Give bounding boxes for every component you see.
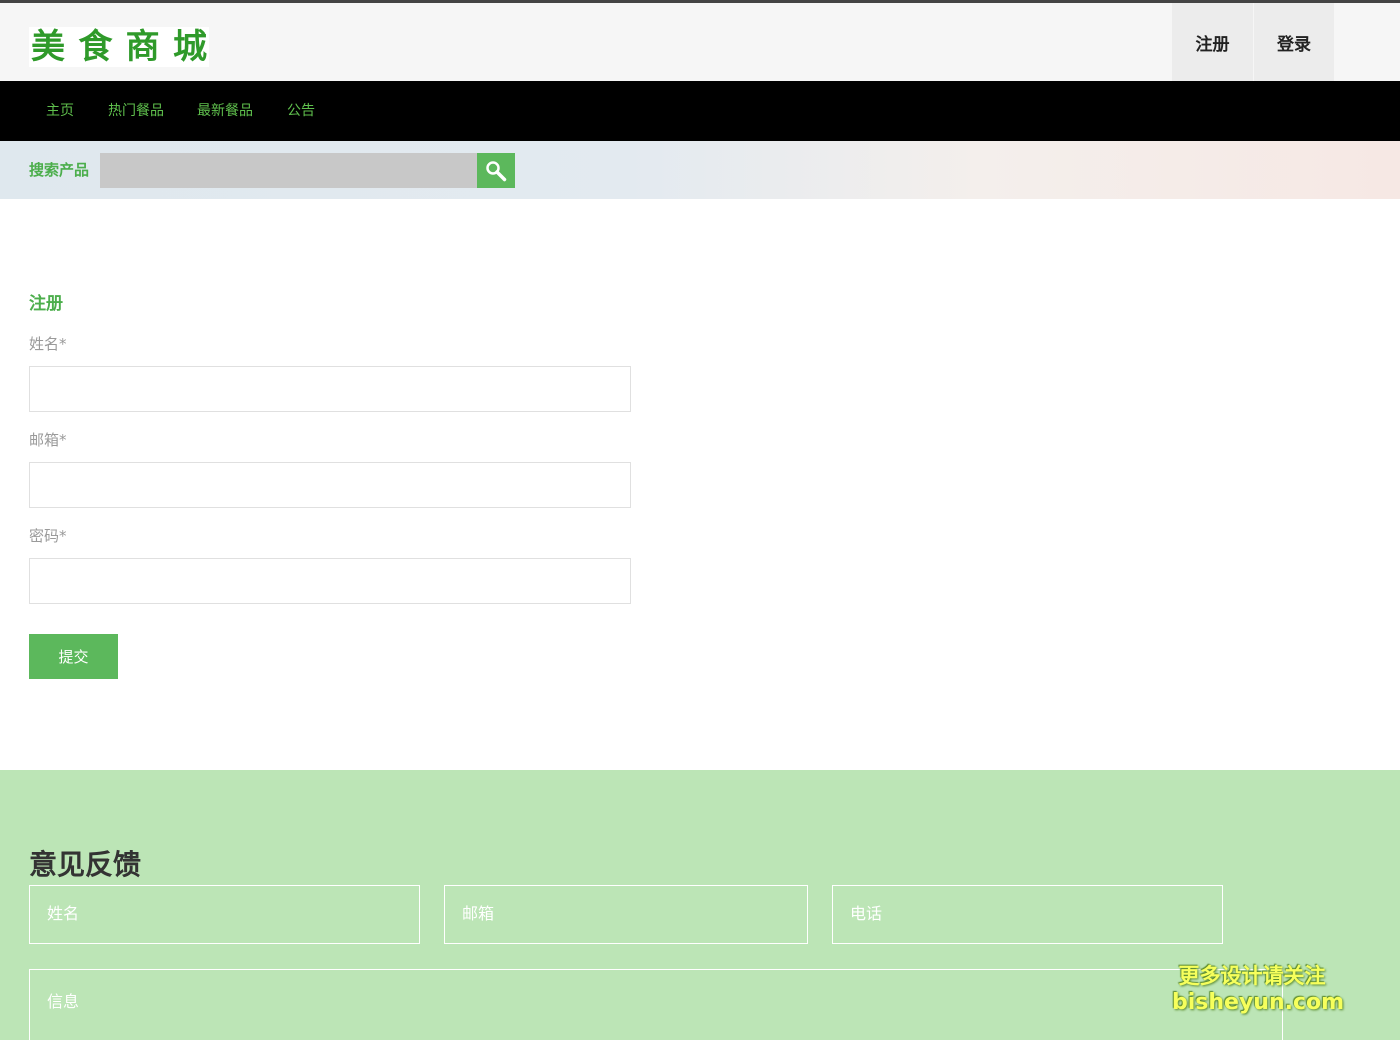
search-bar: 搜索产品 xyxy=(0,141,1400,199)
main-nav: 主页 热门餐品 最新餐品 公告 xyxy=(0,81,1400,141)
watermark-line: bisheyun.com xyxy=(1172,990,1345,1015)
feedback-email-input[interactable] xyxy=(444,885,808,944)
logo-char: 美 xyxy=(31,27,65,67)
feedback-phone-input[interactable] xyxy=(832,885,1223,944)
logo-char: 城 xyxy=(172,27,207,67)
site-header: 美 食 商 城 注册 登录 xyxy=(0,3,1400,81)
logo-char: 食 xyxy=(78,27,113,67)
name-field[interactable] xyxy=(29,366,631,412)
register-link[interactable]: 注册 xyxy=(1172,3,1253,81)
nav-item-new-dishes[interactable]: 最新餐品 xyxy=(197,81,253,141)
auth-links: 注册 登录 xyxy=(1172,3,1334,81)
search-input[interactable] xyxy=(100,153,477,188)
password-field[interactable] xyxy=(29,558,631,604)
watermark: 更多设计请关注 bisheyun.com xyxy=(1172,962,1345,1016)
name-label: 姓名* xyxy=(29,335,67,353)
email-field[interactable] xyxy=(29,462,631,508)
feedback-message-input[interactable] xyxy=(29,969,1283,1040)
feedback-title: 意见反馈 xyxy=(29,848,142,881)
search-button[interactable] xyxy=(477,153,515,188)
login-link[interactable]: 登录 xyxy=(1253,3,1334,81)
logo-char: 商 xyxy=(125,27,160,67)
submit-button[interactable]: 提交 xyxy=(29,634,118,679)
search-icon xyxy=(486,160,507,181)
password-label: 密码* xyxy=(29,527,67,545)
nav-item-hot-dishes[interactable]: 热门餐品 xyxy=(108,81,164,141)
nav-item-home[interactable]: 主页 xyxy=(46,81,74,141)
watermark-line: 更多设计请关注 xyxy=(1178,964,1326,988)
email-label: 邮箱* xyxy=(29,431,67,449)
search-label: 搜索产品 xyxy=(29,161,90,179)
register-title: 注册 xyxy=(29,294,63,314)
nav-item-announcements[interactable]: 公告 xyxy=(287,81,315,141)
site-logo[interactable]: 美 食 商 城 xyxy=(29,27,209,67)
feedback-name-input[interactable] xyxy=(29,885,420,944)
